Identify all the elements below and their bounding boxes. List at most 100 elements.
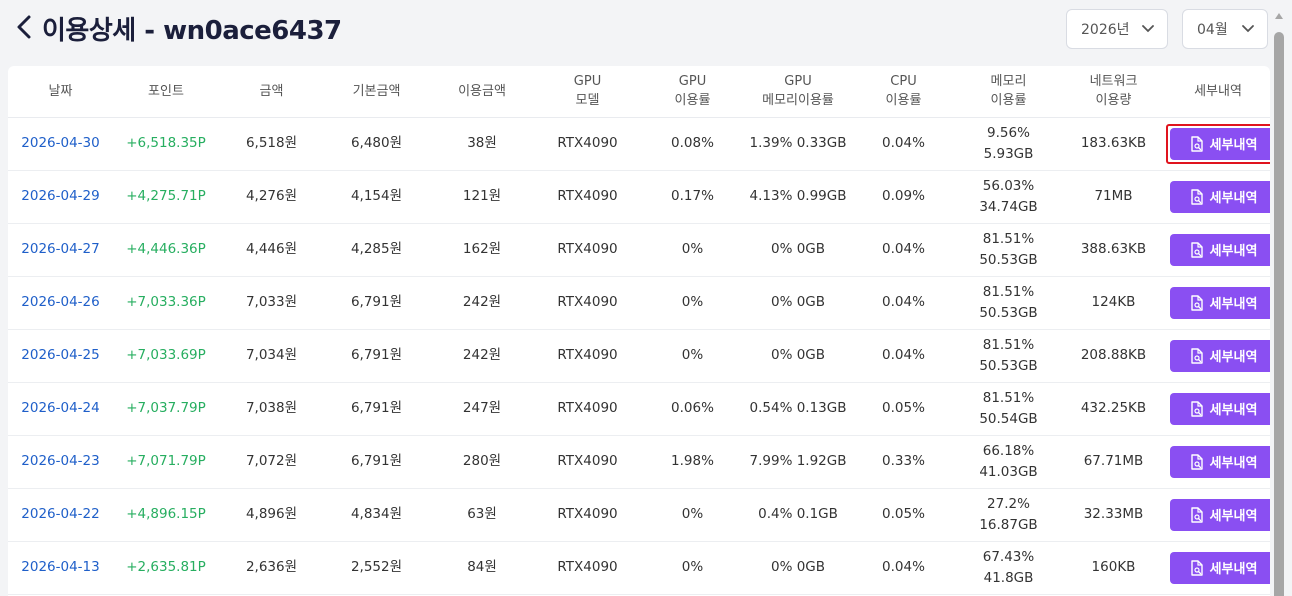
detail-cell: 세부내역 — [1166, 276, 1270, 330]
date-cell[interactable]: 2026-04-27 — [8, 223, 113, 277]
column-header-line2: 이용률 — [674, 93, 711, 109]
cpu-util-cell: 0.09% — [851, 170, 956, 224]
base-amount-cell: 6,791원 — [324, 382, 429, 436]
gpu-util-cell: 0.06% — [640, 382, 745, 436]
page-title: 이용상세 - wn0ace6437 — [42, 16, 342, 46]
network-cell: 32.33MB — [1061, 488, 1166, 542]
amount-cell: 7,034원 — [219, 329, 324, 383]
column-header: 날짜 — [8, 66, 113, 118]
detail-button[interactable]: 세부내역 — [1170, 498, 1270, 531]
column-header: 메모리 이용률 — [956, 66, 1061, 118]
gpu-model-cell: RTX4090 — [535, 488, 640, 542]
gpu-model-cell: RTX4090 — [535, 117, 640, 171]
month-select[interactable]: 04월 — [1182, 9, 1268, 49]
table-row: 2026-04-25 +7,033.69P 7,034원 6,791원 242원 RTX4… — [8, 329, 1270, 383]
detail-cell: 세부내역 — [1166, 329, 1270, 383]
gpu-model-cell: RTX4090 — [535, 382, 640, 436]
gpu-memory-cell: 7.99% 1.92GB — [745, 435, 851, 489]
usage-amount-cell: 63원 — [429, 488, 535, 542]
detail-button[interactable]: 세부내역 — [1170, 551, 1270, 584]
gpu-util-cell: 0% — [640, 329, 745, 383]
amount-cell: 7,038원 — [219, 382, 324, 436]
detail-button[interactable]: 세부내역 — [1170, 392, 1270, 425]
vertical-scrollbar[interactable] — [1272, 10, 1286, 596]
detail-button[interactable]: 세부내역 — [1170, 233, 1270, 266]
network-cell: 183.63KB — [1061, 117, 1166, 171]
column-header-line2: 이용률 — [990, 93, 1027, 109]
table-row: 2026-04-24 +7,037.79P 7,038원 6,791원 247원 RTX4… — [8, 382, 1270, 436]
year-select[interactable]: 2026년 — [1066, 9, 1168, 49]
detail-button-label: 세부내역 — [1209, 403, 1258, 418]
date-cell[interactable]: 2026-04-25 — [8, 329, 113, 383]
document-search-icon — [1190, 347, 1203, 364]
document-search-icon — [1190, 135, 1203, 152]
column-header: 금액 — [219, 66, 324, 118]
amount-cell: 7,033원 — [219, 276, 324, 330]
memory-cell: 66.18% 41.03GB — [956, 435, 1061, 489]
detail-button-wrapper: 세부내역 — [1166, 495, 1270, 535]
memory-cell: 81.51% 50.53GB — [956, 223, 1061, 277]
gpu-model-cell: RTX4090 — [535, 435, 640, 489]
base-amount-cell: 4,834원 — [324, 488, 429, 542]
chevron-down-icon — [1242, 25, 1254, 33]
column-header-line2: 이용량 — [1095, 93, 1132, 109]
network-cell: 388.63KB — [1061, 223, 1166, 277]
date-cell[interactable]: 2026-04-30 — [8, 117, 113, 171]
gpu-util-cell: 0% — [640, 488, 745, 542]
usage-amount-cell: 121원 — [429, 170, 535, 224]
gpu-model-cell: RTX4090 — [535, 276, 640, 330]
date-cell[interactable]: 2026-04-23 — [8, 435, 113, 489]
column-header-line1: 금액 — [259, 83, 284, 99]
table-header-row: 날짜 포인트 금액 기본금액 이용금액 GPU 모델 GPU 이용률 GPU 메모리이용률 CPU 이용… — [8, 66, 1270, 118]
date-cell[interactable]: 2026-04-13 — [8, 541, 113, 595]
detail-button-label: 세부내역 — [1209, 191, 1258, 206]
usage-amount-cell: 242원 — [429, 329, 535, 383]
column-header-line2: 이용률 — [885, 93, 922, 109]
gpu-model-cell: RTX4090 — [535, 541, 640, 595]
detail-button-label: 세부내역 — [1209, 244, 1258, 259]
detail-button[interactable]: 세부내역 — [1170, 445, 1270, 478]
column-header-line1: 네트워크 — [1089, 74, 1138, 90]
table-row: 2026-04-13 +2,635.81P 2,636원 2,552원 84원 RTX40… — [8, 541, 1270, 595]
amount-cell: 7,072원 — [219, 435, 324, 489]
detail-cell: 세부내역 — [1166, 117, 1270, 171]
date-cell[interactable]: 2026-04-24 — [8, 382, 113, 436]
document-search-icon — [1190, 294, 1203, 311]
detail-cell: 세부내역 — [1166, 382, 1270, 436]
detail-cell: 세부내역 — [1166, 541, 1270, 595]
column-header: GPU 메모리이용률 — [745, 66, 851, 118]
memory-cell: 67.43% 41.8GB — [956, 541, 1061, 595]
scroll-up-arrow-icon[interactable] — [1274, 12, 1284, 20]
points-cell: +4,275.71P — [113, 170, 219, 224]
back-arrow-icon[interactable] — [12, 12, 38, 42]
column-header-line1: GPU — [784, 74, 812, 90]
date-cell[interactable]: 2026-04-22 — [8, 488, 113, 542]
document-search-icon — [1190, 188, 1203, 205]
gpu-memory-cell: 0% 0GB — [745, 276, 851, 330]
table-row: 2026-04-27 +4,446.36P 4,446원 4,285원 162원 RTX4… — [8, 223, 1270, 277]
detail-button[interactable]: 세부내역 — [1170, 127, 1270, 160]
memory-cell: 56.03% 34.74GB — [956, 170, 1061, 224]
gpu-util-cell: 1.98% — [640, 435, 745, 489]
detail-cell: 세부내역 — [1166, 488, 1270, 542]
gpu-memory-cell: 0.54% 0.13GB — [745, 382, 851, 436]
date-cell[interactable]: 2026-04-26 — [8, 276, 113, 330]
detail-button[interactable]: 세부내역 — [1170, 339, 1270, 372]
base-amount-cell: 6,791원 — [324, 435, 429, 489]
column-header-line1: 기본금액 — [352, 83, 401, 99]
scrollbar-thumb[interactable] — [1274, 32, 1284, 596]
usage-table-card: 날짜 포인트 금액 기본금액 이용금액 GPU 모델 GPU 이용률 GPU 메모리이용률 CPU 이용… — [8, 66, 1270, 596]
gpu-model-cell: RTX4090 — [535, 223, 640, 277]
detail-button-label: 세부내역 — [1209, 297, 1258, 312]
gpu-model-cell: RTX4090 — [535, 329, 640, 383]
date-cell[interactable]: 2026-04-29 — [8, 170, 113, 224]
usage-amount-cell: 280원 — [429, 435, 535, 489]
amount-cell: 4,896원 — [219, 488, 324, 542]
usage-amount-cell: 247원 — [429, 382, 535, 436]
table-body: 2026-04-30 +6,518.35P 6,518원 6,480원 38원 RTX40… — [8, 117, 1270, 595]
detail-button[interactable]: 세부내역 — [1170, 286, 1270, 319]
network-cell: 208.88KB — [1061, 329, 1166, 383]
base-amount-cell: 4,154원 — [324, 170, 429, 224]
detail-button[interactable]: 세부내역 — [1170, 180, 1270, 213]
memory-cell: 27.2% 16.87GB — [956, 488, 1061, 542]
